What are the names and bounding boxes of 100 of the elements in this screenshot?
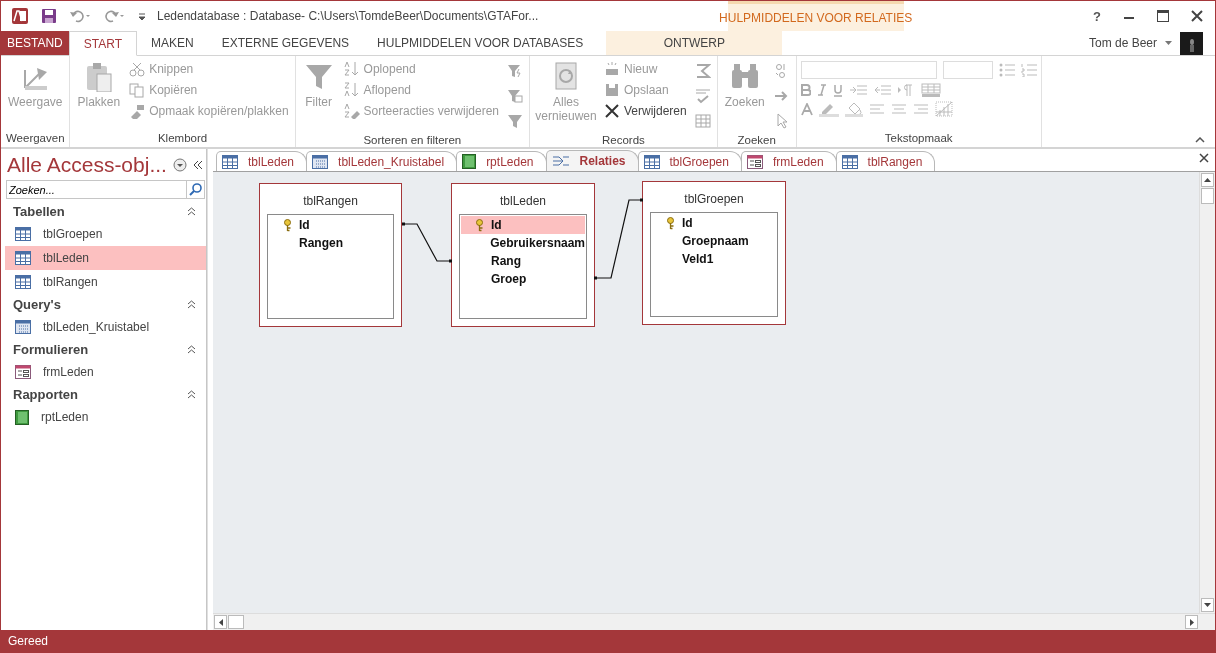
- caret-icon: [1165, 41, 1172, 45]
- field-row[interactable]: Id: [269, 216, 392, 234]
- group-header[interactable]: Rapporten: [13, 387, 78, 402]
- table-icon: [15, 275, 31, 289]
- field-row[interactable]: Gebruikersnaam: [461, 234, 585, 252]
- gridlines-icon: [920, 83, 941, 97]
- table-icon: [643, 154, 660, 169]
- status-text: Gereed: [8, 634, 49, 648]
- font-dropdown[interactable]: [800, 61, 937, 79]
- help-button[interactable]: ?: [1093, 8, 1101, 24]
- table-window[interactable]: tblRangen Id Rangen: [259, 183, 402, 327]
- nav-item[interactable]: rptLeden: [5, 405, 206, 429]
- outdent-icon: [872, 84, 891, 96]
- ribbon-tab[interactable]: START: [68, 31, 138, 56]
- scroll-right-button[interactable]: [1185, 615, 1198, 629]
- group-label: Tekstopmaak: [883, 131, 954, 146]
- table-window[interactable]: tblGroepen Id Groepnaam Veld1: [642, 181, 786, 325]
- app-logo-icon: [11, 7, 29, 25]
- table-window[interactable]: tblLeden Id Gebruikersnaam Rang Groep: [451, 183, 595, 327]
- scroll-down-button[interactable]: [1201, 598, 1214, 612]
- report-icon: [15, 409, 29, 425]
- key-icon: [666, 216, 675, 230]
- ribbon-tab[interactable]: ONTWERP: [606, 31, 783, 55]
- close-icon[interactable]: [1199, 153, 1209, 163]
- nav-item[interactable]: tblRangen: [5, 270, 206, 294]
- document-tab[interactable]: tblLeden_Kruistabel: [306, 151, 458, 171]
- filter-icon[interactable]: [507, 113, 523, 129]
- sort-icon: [343, 61, 360, 77]
- document-tab[interactable]: tblGroepen: [637, 151, 742, 171]
- sum-icon[interactable]: [694, 63, 711, 79]
- field-row[interactable]: Id: [461, 216, 585, 234]
- close-icon[interactable]: [1191, 10, 1203, 22]
- delete-icon: [604, 103, 620, 119]
- ribbon-tab[interactable]: MAKEN: [137, 31, 208, 55]
- font-color-icon: [800, 102, 813, 116]
- field-row[interactable]: Rang: [461, 252, 585, 270]
- customize-icon: [137, 11, 147, 21]
- table-icon: [15, 227, 31, 241]
- size-dropdown[interactable]: [942, 61, 993, 79]
- field-row[interactable]: Id: [652, 214, 776, 232]
- sort-icon: [343, 103, 360, 119]
- numbered-list-icon: [1020, 63, 1037, 77]
- grid-icon[interactable]: [694, 113, 711, 129]
- alternate-row-icon: [934, 101, 953, 117]
- highlight-icon: [818, 101, 839, 117]
- nav-item[interactable]: frmLeden: [5, 360, 206, 384]
- document-tab[interactable]: frmLeden: [740, 151, 837, 171]
- field-row[interactable]: Groep: [461, 270, 585, 288]
- collapse-icon: [187, 345, 196, 354]
- group-label: Weergaven: [5, 131, 66, 146]
- undo-icon: [69, 9, 91, 23]
- ribbon-tab[interactable]: HULPMIDDELEN VOOR DATABASES: [363, 31, 598, 55]
- group-header[interactable]: Tabellen: [13, 204, 65, 219]
- group-header[interactable]: Query's: [13, 297, 61, 312]
- scrollbar-thumb[interactable]: [228, 615, 244, 629]
- file-tab[interactable]: BESTAND: [1, 31, 69, 55]
- search-field[interactable]: Zoeken...: [6, 180, 187, 199]
- filter-icon[interactable]: [507, 88, 523, 104]
- group-label: Records: [600, 133, 646, 148]
- field-row[interactable]: Rangen: [269, 234, 392, 252]
- collapse-icon: [187, 300, 196, 309]
- nav-item[interactable]: tblGroepen: [5, 222, 206, 246]
- relationship-line[interactable]: [594, 198, 643, 280]
- collapse-icon: [187, 390, 196, 399]
- document-tab[interactable]: rptLeden: [456, 151, 547, 171]
- spelling-icon[interactable]: [694, 88, 711, 104]
- group-label: Zoeken: [736, 133, 777, 148]
- key-icon: [283, 218, 292, 232]
- caret-icon: [218, 618, 223, 626]
- pane-title[interactable]: Alle Access-obj...: [7, 153, 167, 177]
- table-icon: [841, 154, 858, 169]
- filter-icon[interactable]: [507, 63, 523, 79]
- nav-item[interactable]: tblLeden_Kruistabel: [5, 315, 206, 339]
- underline-icon: [832, 83, 843, 97]
- form-icon: [746, 154, 763, 169]
- document-tab[interactable]: Relaties: [545, 150, 639, 171]
- relationship-line[interactable]: [402, 222, 452, 263]
- field-row[interactable]: Groepnaam: [652, 232, 776, 250]
- save-icon: [41, 8, 57, 24]
- field-row[interactable]: Veld1: [652, 250, 776, 268]
- scrollbar-thumb[interactable]: [1201, 188, 1214, 204]
- new-record-icon: [604, 61, 620, 77]
- scroll-left-button[interactable]: [214, 615, 227, 629]
- search-icon: [189, 183, 202, 196]
- ribbon-button[interactable]: Verwijderen: [602, 102, 689, 120]
- nav-item[interactable]: tblLeden: [5, 246, 206, 270]
- collapse-ribbon-icon: [1195, 137, 1205, 143]
- scroll-up-button[interactable]: [1201, 173, 1214, 187]
- query-icon: [312, 154, 329, 169]
- user-name[interactable]: Tom de Beer: [1088, 36, 1157, 50]
- align-right-icon: [912, 103, 929, 115]
- paragraph-icon: [896, 84, 915, 96]
- maximize-icon[interactable]: [1157, 10, 1169, 22]
- ribbon-tab[interactable]: EXTERNE GEGEVENS: [207, 31, 364, 55]
- fill-color-icon: [844, 101, 863, 117]
- group-header[interactable]: Formulieren: [13, 342, 89, 357]
- bold-icon: [800, 84, 811, 96]
- document-tab[interactable]: tblRangen: [835, 151, 936, 171]
- document-tab[interactable]: tblLeden: [216, 151, 308, 171]
- form-icon: [15, 365, 31, 379]
